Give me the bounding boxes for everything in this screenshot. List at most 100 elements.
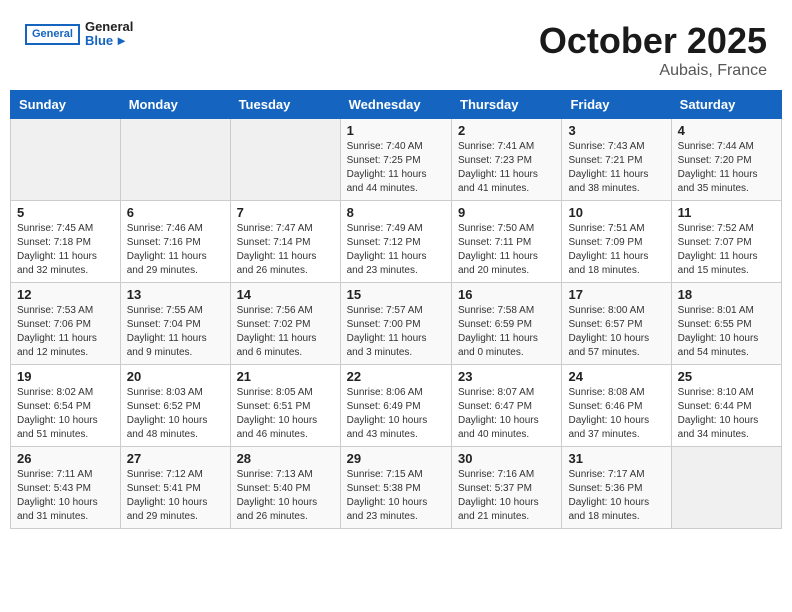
calendar-header-thursday: Thursday bbox=[452, 91, 562, 119]
day-info: Sunrise: 7:43 AM Sunset: 7:21 PM Dayligh… bbox=[568, 140, 664, 196]
day-info: Sunrise: 7:40 AM Sunset: 7:25 PM Dayligh… bbox=[347, 140, 445, 196]
month-title: October 2025 bbox=[539, 20, 767, 62]
calendar-cell: 30Sunrise: 7:16 AM Sunset: 5:37 PM Dayli… bbox=[452, 447, 562, 529]
day-number: 9 bbox=[458, 205, 555, 220]
calendar-cell: 10Sunrise: 7:51 AM Sunset: 7:09 PM Dayli… bbox=[562, 201, 671, 283]
calendar-cell: 23 Sunrise: 8:07 AM Sunset: 6:47 PM Dayli… bbox=[452, 365, 562, 447]
day-number: 26 bbox=[17, 451, 114, 466]
day-number: 6 bbox=[127, 205, 224, 220]
calendar-week-row: 5 Sunrise: 7:45 AM Sunset: 7:18 PM Daylig… bbox=[11, 201, 782, 283]
day-info: Sunrise: 7:55 AM Sunset: 7:04 PM Dayligh… bbox=[127, 304, 224, 360]
day-number: 29 bbox=[347, 451, 445, 466]
calendar-cell bbox=[120, 119, 230, 201]
day-number: 22 bbox=[347, 369, 445, 384]
day-info: Sunrise: 8:07 AM Sunset: 6:47 PM Dayligh… bbox=[458, 386, 555, 442]
calendar-cell: 28 Sunrise: 7:13 AM Sunset: 5:40 PM Dayli… bbox=[230, 447, 340, 529]
calendar-cell: 8 Sunrise: 7:49 AM Sunset: 7:12 PM Daylig… bbox=[340, 201, 451, 283]
day-number: 13 bbox=[127, 287, 224, 302]
calendar-week-row: 12Sunrise: 7:53 AM Sunset: 7:06 PM Dayli… bbox=[11, 283, 782, 365]
day-info: Sunrise: 7:47 AM Sunset: 7:14 PM Dayligh… bbox=[237, 222, 334, 278]
day-info: Sunrise: 7:41 AM Sunset: 7:23 PM Dayligh… bbox=[458, 140, 555, 196]
day-number: 4 bbox=[678, 123, 775, 138]
calendar-cell: 6 Sunrise: 7:46 AM Sunset: 7:16 PM Daylig… bbox=[120, 201, 230, 283]
day-info: Sunrise: 7:12 AM Sunset: 5:41 PM Dayligh… bbox=[127, 468, 224, 524]
title-section: October 2025 Aubais, France bbox=[539, 20, 767, 80]
calendar-cell: 31 Sunrise: 7:17 AM Sunset: 5:36 PM Dayli… bbox=[562, 447, 671, 529]
day-number: 30 bbox=[458, 451, 555, 466]
calendar-cell: 5 Sunrise: 7:45 AM Sunset: 7:18 PM Daylig… bbox=[11, 201, 121, 283]
calendar-cell: 18 Sunrise: 8:01 AM Sunset: 6:55 PM Dayli… bbox=[671, 283, 781, 365]
day-info: Sunrise: 7:57 AM Sunset: 7:00 PM Dayligh… bbox=[347, 304, 445, 360]
day-number: 20 bbox=[127, 369, 224, 384]
logo-box: General bbox=[25, 24, 80, 45]
day-number: 15 bbox=[347, 287, 445, 302]
day-info: Sunrise: 7:46 AM Sunset: 7:16 PM Dayligh… bbox=[127, 222, 224, 278]
day-number: 3 bbox=[568, 123, 664, 138]
day-number: 5 bbox=[17, 205, 114, 220]
calendar-cell: 19Sunrise: 8:02 AM Sunset: 6:54 PM Dayli… bbox=[11, 365, 121, 447]
calendar-cell: 14 Sunrise: 7:56 AM Sunset: 7:02 PM Dayli… bbox=[230, 283, 340, 365]
calendar-table: SundayMondayTuesdayWednesdayThursdayFrid… bbox=[10, 90, 782, 529]
calendar-cell: 7Sunrise: 7:47 AM Sunset: 7:14 PM Daylig… bbox=[230, 201, 340, 283]
calendar-cell: 9Sunrise: 7:50 AM Sunset: 7:11 PM Daylig… bbox=[452, 201, 562, 283]
calendar-header-wednesday: Wednesday bbox=[340, 91, 451, 119]
calendar-cell: 27 Sunrise: 7:12 AM Sunset: 5:41 PM Dayli… bbox=[120, 447, 230, 529]
day-info: Sunrise: 8:02 AM Sunset: 6:54 PM Dayligh… bbox=[17, 386, 114, 442]
day-number: 21 bbox=[237, 369, 334, 384]
day-number: 1 bbox=[347, 123, 445, 138]
calendar-week-row: 19Sunrise: 8:02 AM Sunset: 6:54 PM Dayli… bbox=[11, 365, 782, 447]
calendar-header-saturday: Saturday bbox=[671, 91, 781, 119]
calendar-header-tuesday: Tuesday bbox=[230, 91, 340, 119]
calendar-cell: 4 Sunrise: 7:44 AM Sunset: 7:20 PM Daylig… bbox=[671, 119, 781, 201]
day-info: Sunrise: 7:51 AM Sunset: 7:09 PM Dayligh… bbox=[568, 222, 664, 278]
day-number: 23 bbox=[458, 369, 555, 384]
day-number: 2 bbox=[458, 123, 555, 138]
day-number: 17 bbox=[568, 287, 664, 302]
day-info: Sunrise: 8:06 AM Sunset: 6:49 PM Dayligh… bbox=[347, 386, 445, 442]
day-number: 18 bbox=[678, 287, 775, 302]
logo-general: General bbox=[85, 20, 133, 34]
page-header: General General Blue ► October 2025 Auba… bbox=[10, 10, 782, 85]
day-number: 28 bbox=[237, 451, 334, 466]
day-number: 11 bbox=[678, 205, 775, 220]
day-number: 8 bbox=[347, 205, 445, 220]
logo-blue: Blue ► bbox=[85, 34, 133, 48]
day-info: Sunrise: 8:03 AM Sunset: 6:52 PM Dayligh… bbox=[127, 386, 224, 442]
day-info: Sunrise: 7:11 AM Sunset: 5:43 PM Dayligh… bbox=[17, 468, 114, 524]
day-info: Sunrise: 7:49 AM Sunset: 7:12 PM Dayligh… bbox=[347, 222, 445, 278]
day-info: Sunrise: 7:56 AM Sunset: 7:02 PM Dayligh… bbox=[237, 304, 334, 360]
calendar-cell: 20 Sunrise: 8:03 AM Sunset: 6:52 PM Dayli… bbox=[120, 365, 230, 447]
calendar-week-row: 26 Sunrise: 7:11 AM Sunset: 5:43 PM Dayli… bbox=[11, 447, 782, 529]
calendar-cell bbox=[671, 447, 781, 529]
calendar-cell: 17 Sunrise: 8:00 AM Sunset: 6:57 PM Dayli… bbox=[562, 283, 671, 365]
calendar-header-sunday: Sunday bbox=[11, 91, 121, 119]
day-number: 14 bbox=[237, 287, 334, 302]
day-number: 27 bbox=[127, 451, 224, 466]
day-info: Sunrise: 8:01 AM Sunset: 6:55 PM Dayligh… bbox=[678, 304, 775, 360]
day-info: Sunrise: 7:45 AM Sunset: 7:18 PM Dayligh… bbox=[17, 222, 114, 278]
day-info: Sunrise: 7:52 AM Sunset: 7:07 PM Dayligh… bbox=[678, 222, 775, 278]
day-info: Sunrise: 7:13 AM Sunset: 5:40 PM Dayligh… bbox=[237, 468, 334, 524]
calendar-week-row: 1 Sunrise: 7:40 AM Sunset: 7:25 PM Daylig… bbox=[11, 119, 782, 201]
calendar-cell: 1 Sunrise: 7:40 AM Sunset: 7:25 PM Daylig… bbox=[340, 119, 451, 201]
day-info: Sunrise: 7:17 AM Sunset: 5:36 PM Dayligh… bbox=[568, 468, 664, 524]
calendar-cell bbox=[230, 119, 340, 201]
calendar-cell: 3 Sunrise: 7:43 AM Sunset: 7:21 PM Daylig… bbox=[562, 119, 671, 201]
day-info: Sunrise: 8:00 AM Sunset: 6:57 PM Dayligh… bbox=[568, 304, 664, 360]
day-number: 31 bbox=[568, 451, 664, 466]
calendar-header-monday: Monday bbox=[120, 91, 230, 119]
calendar-cell: 25Sunrise: 8:10 AM Sunset: 6:44 PM Dayli… bbox=[671, 365, 781, 447]
day-info: Sunrise: 8:05 AM Sunset: 6:51 PM Dayligh… bbox=[237, 386, 334, 442]
calendar-header-row: SundayMondayTuesdayWednesdayThursdayFrid… bbox=[11, 91, 782, 119]
location: Aubais, France bbox=[539, 62, 767, 80]
logo: General General Blue ► bbox=[25, 20, 133, 49]
calendar-cell: 11 Sunrise: 7:52 AM Sunset: 7:07 PM Dayli… bbox=[671, 201, 781, 283]
calendar-cell: 22 Sunrise: 8:06 AM Sunset: 6:49 PM Dayli… bbox=[340, 365, 451, 447]
calendar-cell: 16Sunrise: 7:58 AM Sunset: 6:59 PM Dayli… bbox=[452, 283, 562, 365]
day-info: Sunrise: 7:15 AM Sunset: 5:38 PM Dayligh… bbox=[347, 468, 445, 524]
day-number: 16 bbox=[458, 287, 555, 302]
calendar-header-friday: Friday bbox=[562, 91, 671, 119]
calendar-cell: 29 Sunrise: 7:15 AM Sunset: 5:38 PM Dayli… bbox=[340, 447, 451, 529]
day-info: Sunrise: 7:44 AM Sunset: 7:20 PM Dayligh… bbox=[678, 140, 775, 196]
calendar-cell: 24Sunrise: 8:08 AM Sunset: 6:46 PM Dayli… bbox=[562, 365, 671, 447]
